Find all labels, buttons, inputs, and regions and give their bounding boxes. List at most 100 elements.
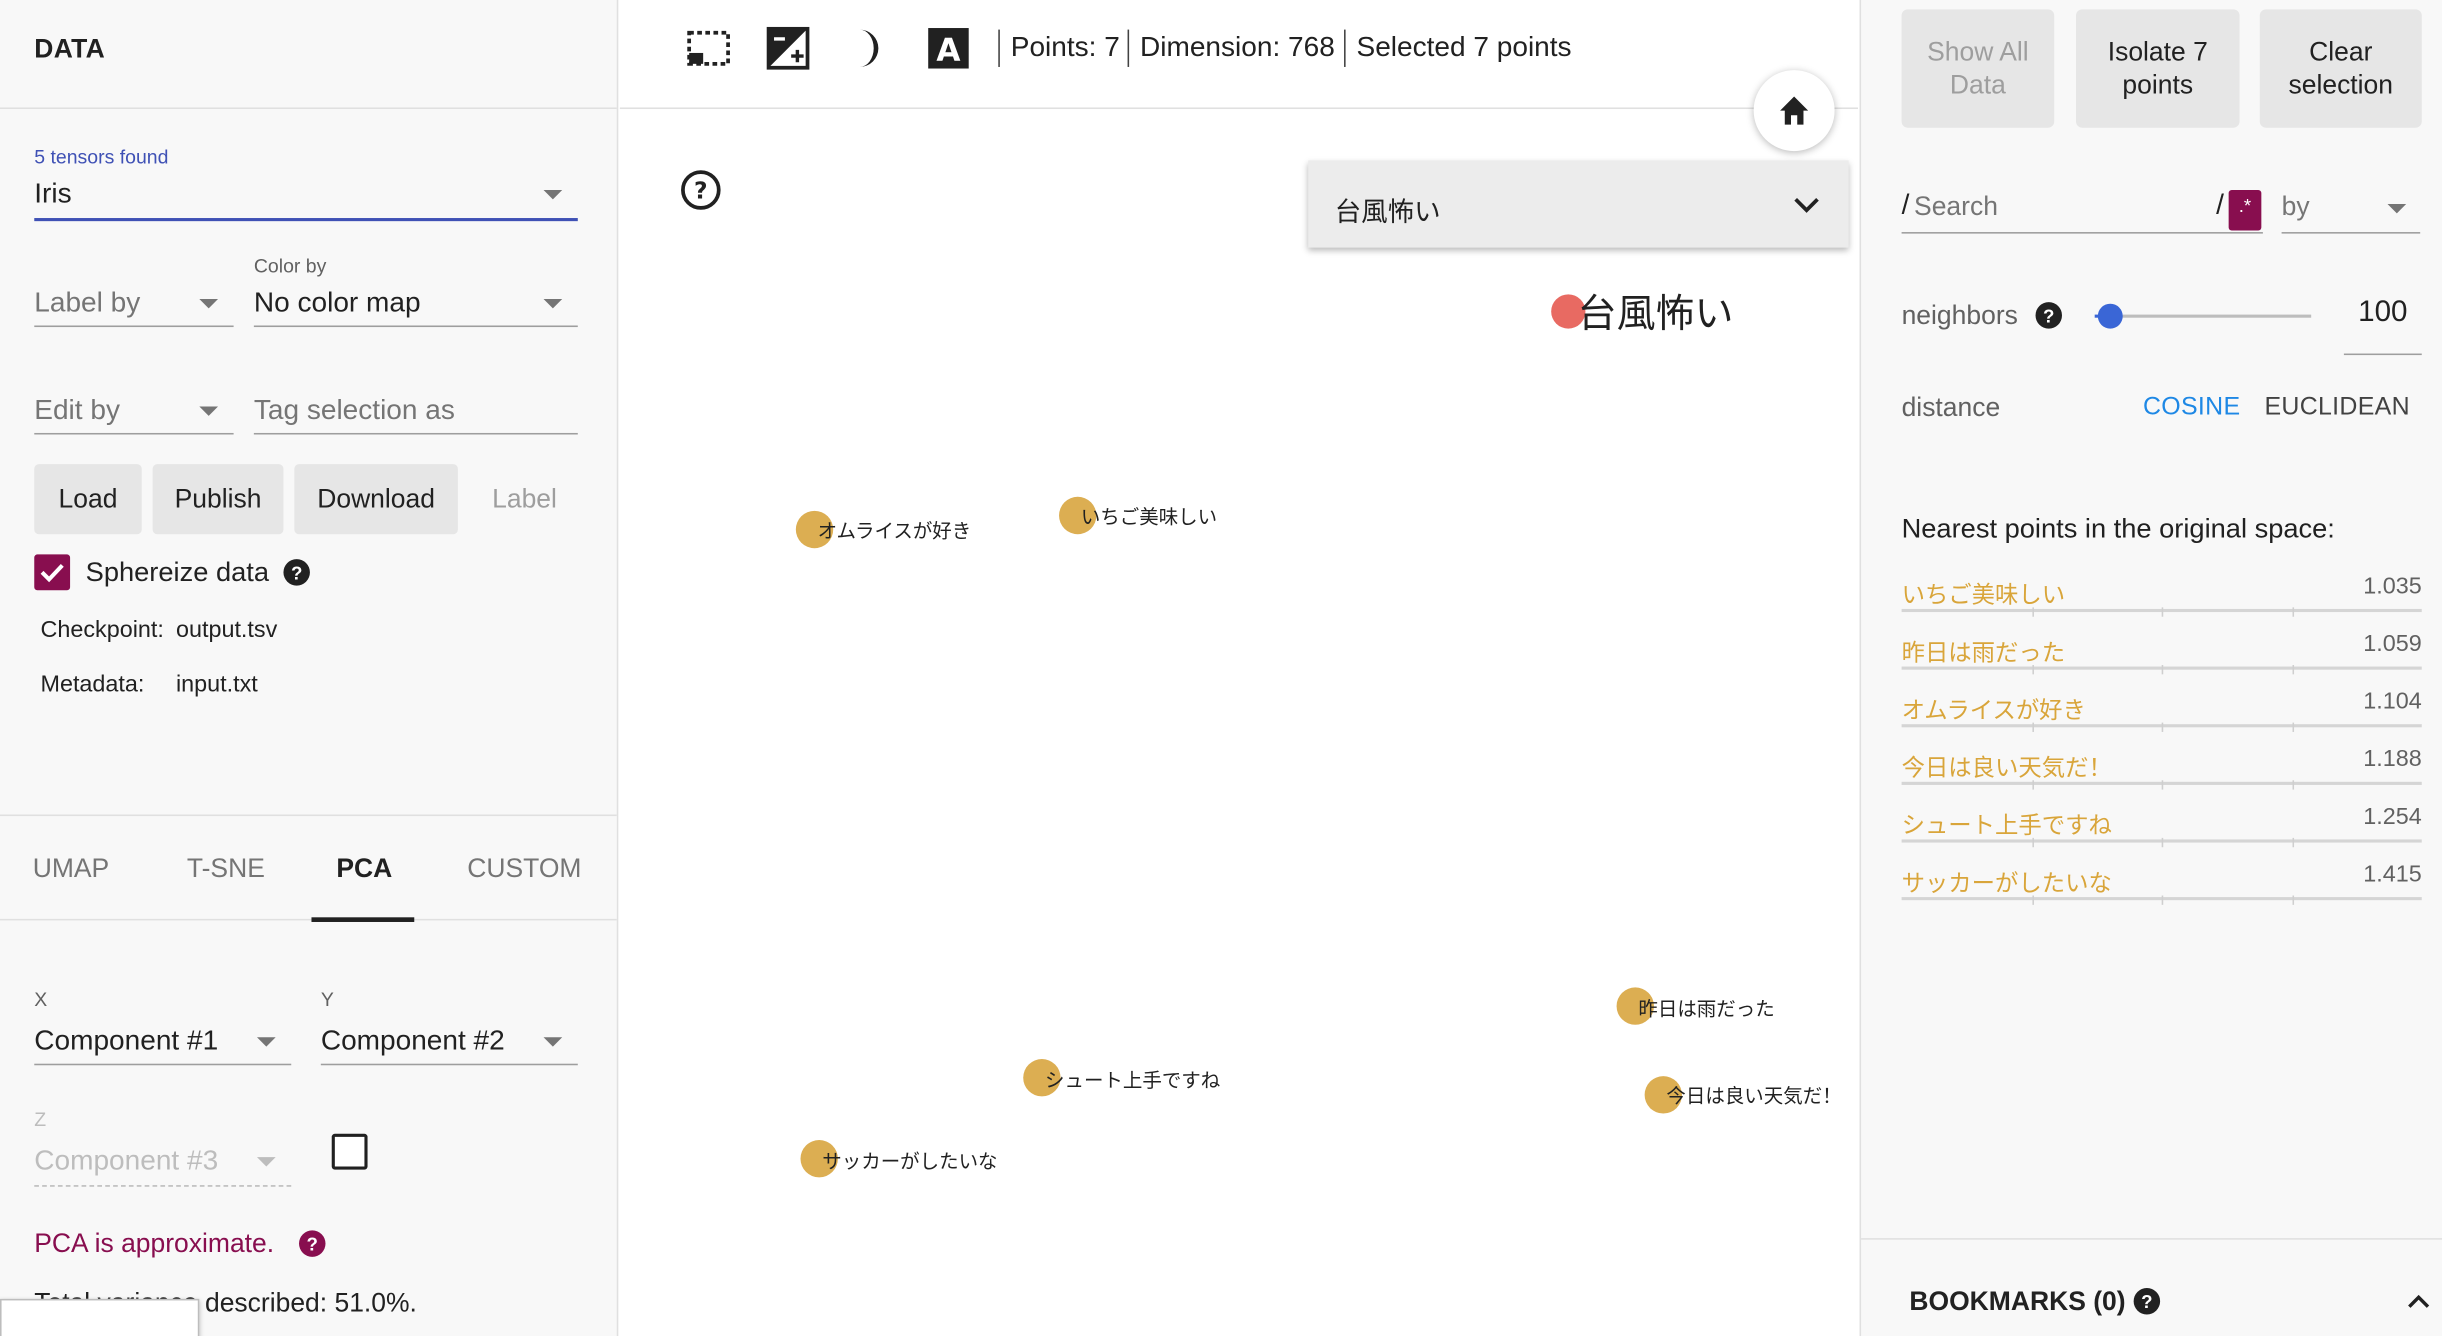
search-by-underline [2281, 232, 2421, 234]
tensor-select[interactable]: 5 tensors found Iris [34, 143, 578, 222]
nearest-row[interactable]: サッカーがしたいな 1.415 [1901, 861, 2422, 919]
pca-x-underline [34, 1063, 292, 1066]
help-icon[interactable]: ? [299, 1230, 326, 1257]
pca-y-value: Component #2 [320, 1024, 505, 1056]
divider [619, 107, 1858, 110]
selection-box-icon[interactable] [685, 25, 732, 72]
labels-3d-icon[interactable]: A [925, 25, 972, 72]
bar-tick [2292, 780, 2295, 790]
separator [1344, 29, 1346, 67]
bookmarks-bar[interactable]: BOOKMARKS (0) ? [1861, 1238, 2442, 1336]
publish-button[interactable]: Publish [152, 464, 284, 535]
search-input[interactable]: / Search / [1901, 184, 2263, 234]
show-all-data-button[interactable]: Show All Data [1901, 9, 2055, 128]
pca-approx-note: PCA is approximate. [34, 1228, 275, 1259]
nearest-points-title: Nearest points in the original space: [1901, 512, 2335, 544]
regex-toggle[interactable]: .* [2228, 190, 2262, 231]
help-icon[interactable]: ? [2035, 302, 2062, 329]
search-underline [1901, 232, 2263, 234]
tab-umap[interactable]: UMAP [33, 853, 110, 884]
tab-pca[interactable]: PCA [336, 853, 392, 884]
load-button[interactable]: Load [34, 464, 142, 535]
clear-selection-button[interactable]: Clear selection [2259, 9, 2422, 128]
bar-tick [2292, 722, 2295, 732]
pca-3d-checkbox[interactable] [331, 1133, 368, 1170]
neighbors-slider-track[interactable] [2110, 314, 2312, 318]
nearest-name: サッカーがしたいな [1901, 870, 2112, 898]
nearest-row[interactable]: オムライスが好き 1.104 [1901, 688, 2422, 746]
scatter-point-label: オムライスが好き [817, 520, 972, 542]
nearest-distance: 1.254 [2363, 803, 2422, 831]
tab-tsne[interactable]: T-SNE [187, 853, 265, 884]
download-button[interactable]: Download [294, 464, 458, 535]
bar-tick [2032, 780, 2034, 790]
nearest-row[interactable]: 今日は良い天気だ！ 1.188 [1901, 745, 2422, 804]
color-by-select[interactable]: Color by No color map [253, 252, 578, 328]
pca-z-select[interactable]: Z Component #3 [34, 1106, 292, 1187]
tab-custom[interactable]: CUSTOM [467, 853, 581, 884]
chevron-down-icon [543, 190, 563, 200]
bar-tick [2161, 722, 2164, 732]
home-button[interactable] [1753, 70, 1835, 152]
sphereize-label: Sphereize data [85, 555, 270, 588]
isolate-points-button[interactable]: Isolate 7 points [2076, 9, 2240, 128]
bar-tick [2292, 895, 2295, 905]
night-mode-icon[interactable] [765, 25, 812, 72]
pca-z-label: Z [34, 1108, 47, 1131]
edit-by-underline [34, 432, 234, 435]
checkpoint-label: Checkpoint: [40, 616, 164, 644]
selection-dropdown[interactable]: 台風怖い [1308, 160, 1849, 248]
projector-view[interactable]: A Points: 7 Dimension: 768 Selected 7 po… [619, 0, 1858, 1336]
pca-x-select[interactable]: X Component #1 [34, 986, 292, 1066]
help-icon[interactable]: ? [2133, 1287, 2161, 1315]
chevron-down-icon [256, 1157, 276, 1167]
nearest-name: いちご美味しい [1901, 582, 2066, 609]
edit-by-select[interactable]: Edit by [34, 374, 234, 435]
scatter-point-label: 昨日は雨だった [1638, 998, 1775, 1021]
bar-tick [2161, 837, 2164, 848]
search-by-select[interactable]: by [2281, 184, 2421, 234]
neighbors-label: neighbors [1901, 300, 2018, 331]
sphereize-checkbox[interactable] [34, 554, 71, 591]
bar-tick [2161, 780, 2164, 790]
search-prefix: / [1901, 188, 1910, 220]
scatter-point-label: シュート上手ですね [1045, 1069, 1221, 1092]
scatter-point-label: 台風怖い [1577, 292, 1734, 337]
nearest-distance: 1.035 [2363, 573, 2422, 600]
chevron-down-icon [543, 1037, 563, 1047]
moon-icon[interactable] [844, 25, 891, 72]
bar-tick [2292, 607, 2295, 617]
neighbors-input[interactable]: 100 [2343, 296, 2422, 356]
pca-z-value: Component #3 [34, 1144, 219, 1176]
nearest-row[interactable]: いちご美味しい 1.035 [1901, 573, 2422, 631]
neighbors-slider-thumb[interactable] [2097, 303, 2123, 329]
distance-euclidean[interactable]: EUCLIDEAN [2264, 394, 2409, 422]
pca-y-underline [320, 1063, 578, 1066]
help-circle-icon[interactable]: ? [679, 168, 723, 212]
svg-text:A: A [936, 33, 960, 69]
tag-selection-underline [253, 432, 578, 435]
pca-x-label: X [34, 988, 48, 1011]
metadata-label: Metadata: [40, 671, 145, 698]
distance-cosine[interactable]: COSINE [2143, 394, 2240, 422]
color-by-value: No color map [253, 286, 421, 318]
nearest-row[interactable]: シュート上手ですね 1.254 [1901, 803, 2422, 862]
tag-selection-placeholder: Tag selection as [253, 394, 455, 426]
nearest-distance: 1.188 [2363, 745, 2422, 773]
help-icon[interactable]: ? [283, 559, 310, 586]
selected-count: Selected 7 points [1356, 31, 1572, 63]
nearest-row[interactable]: 昨日は雨だった 1.059 [1901, 631, 2422, 689]
tab-indicator [311, 917, 415, 922]
pca-y-select[interactable]: Y Component #2 [320, 986, 578, 1066]
chevron-down-icon [199, 406, 219, 416]
label-button[interactable]: Label [492, 484, 557, 515]
toast-box [0, 1298, 200, 1336]
tag-selection-input[interactable]: Tag selection as [253, 374, 578, 435]
pca-y-label: Y [320, 988, 334, 1011]
label-by-select[interactable]: Label by [34, 265, 234, 328]
bar-tick [2161, 895, 2164, 905]
chevron-down-icon [256, 1037, 276, 1047]
selection-dropdown-value: 台風怖い [1334, 197, 1441, 228]
neighbors-underline [2343, 353, 2422, 356]
nearest-distance: 1.415 [2363, 861, 2422, 888]
